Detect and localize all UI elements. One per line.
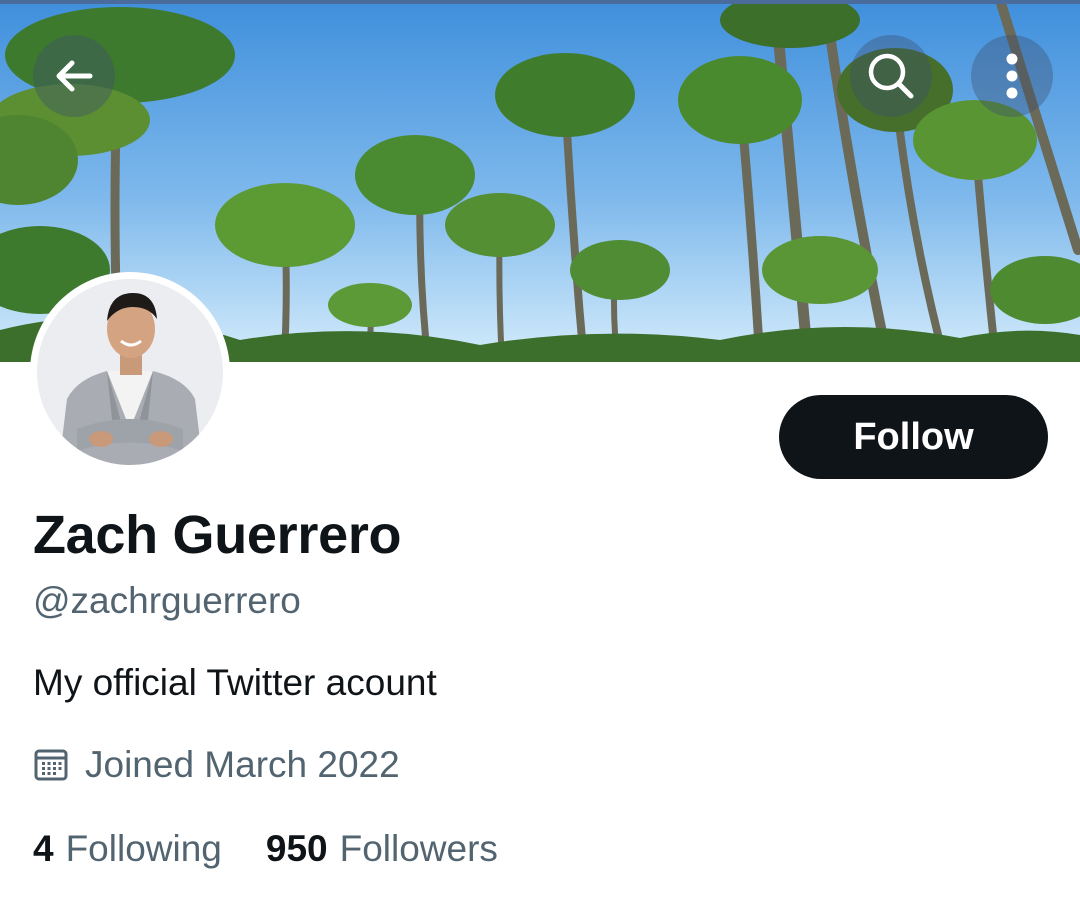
avatar-image — [37, 279, 223, 465]
avatar[interactable] — [30, 272, 230, 472]
follow-button[interactable]: Follow — [779, 395, 1048, 479]
follow-stats: 4 Following 950 Followers — [33, 828, 498, 870]
calendar-icon — [33, 747, 69, 783]
more-options-button[interactable] — [971, 35, 1053, 117]
arrow-left-icon — [56, 60, 93, 92]
following-count: 4 — [33, 828, 54, 869]
display-name: Zach Guerrero — [33, 505, 402, 565]
search-icon — [868, 53, 914, 99]
followers-link[interactable]: 950 Followers — [266, 828, 498, 870]
profile-page: Follow Zach Guerrero @zachrguerrero My o… — [0, 0, 1080, 903]
followers-label: Followers — [339, 828, 498, 869]
profile-bio: My official Twitter acount — [33, 662, 437, 703]
joined-text: Joined March 2022 — [85, 744, 400, 785]
user-handle: @zachrguerrero — [33, 580, 301, 621]
followers-count: 950 — [265, 828, 328, 869]
following-label: Following — [65, 828, 222, 869]
back-button[interactable] — [33, 35, 115, 117]
following-link[interactable]: 4 Following — [33, 828, 222, 870]
more-vertical-icon — [1006, 53, 1018, 99]
top-accent-strip — [0, 0, 1080, 4]
search-button[interactable] — [850, 35, 932, 117]
joined-date: Joined March 2022 — [33, 744, 400, 786]
